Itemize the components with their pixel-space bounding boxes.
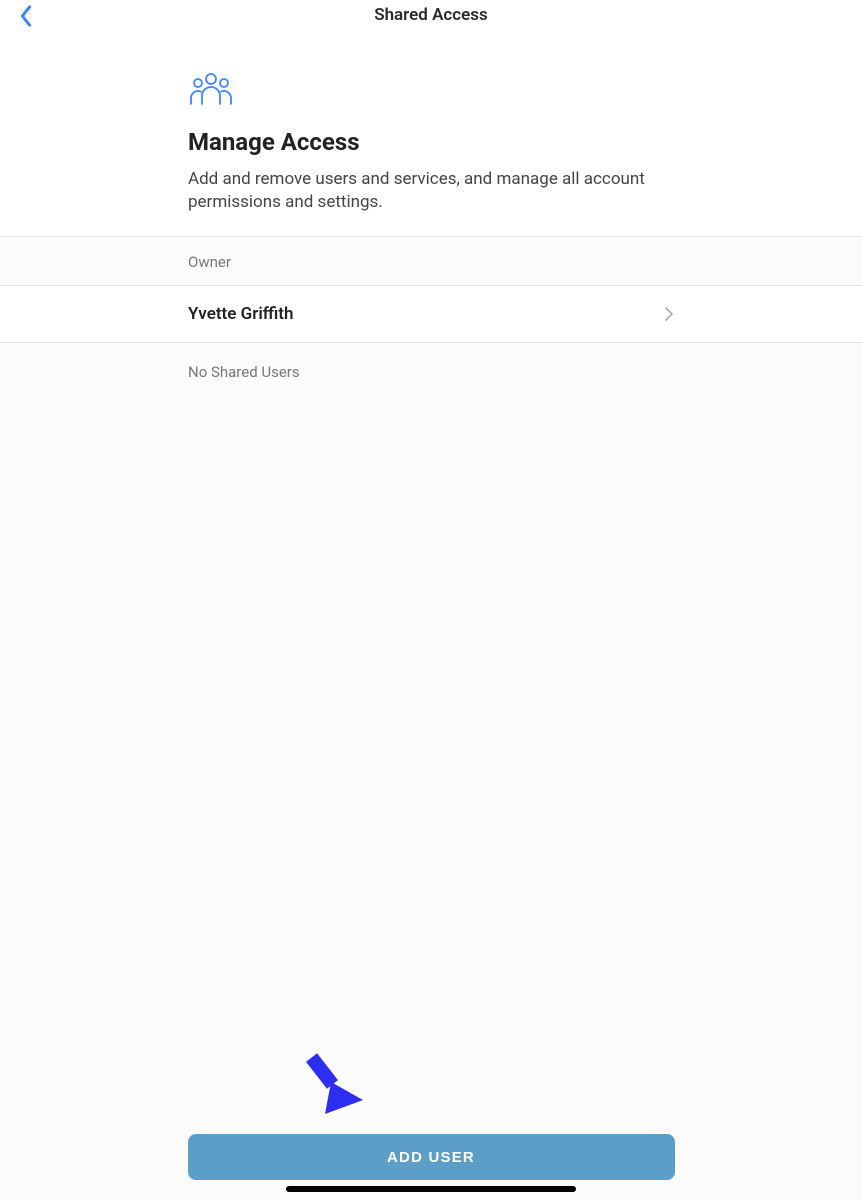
page-title: Shared Access: [374, 5, 488, 25]
annotation-arrow-icon: [305, 1048, 365, 1118]
shared-access-screen: Shared Access Ma: [0, 0, 862, 1200]
owner-row[interactable]: Yvette Griffith: [0, 286, 862, 343]
main-content: Manage Access Add and remove users and s…: [0, 30, 862, 1200]
section-title: Manage Access: [188, 128, 700, 156]
intro-section: Manage Access Add and remove users and s…: [0, 30, 862, 214]
no-shared-users-text: No Shared Users: [0, 343, 862, 381]
section-description: Add and remove users and services, and m…: [188, 168, 668, 214]
back-button[interactable]: [12, 2, 40, 30]
people-icon: [188, 70, 700, 110]
chevron-left-icon: [18, 5, 34, 27]
owner-section-label: Owner: [0, 237, 862, 286]
home-indicator[interactable]: [286, 1186, 576, 1192]
header-bar: Shared Access: [0, 0, 862, 30]
bottom-area: ADD USER: [0, 1048, 862, 1200]
add-user-button[interactable]: ADD USER: [188, 1134, 675, 1180]
owner-section: Owner Yvette Griffith: [0, 236, 862, 343]
owner-name: Yvette Griffith: [188, 304, 293, 324]
empty-space: [0, 381, 862, 1048]
chevron-right-icon: [664, 306, 674, 322]
